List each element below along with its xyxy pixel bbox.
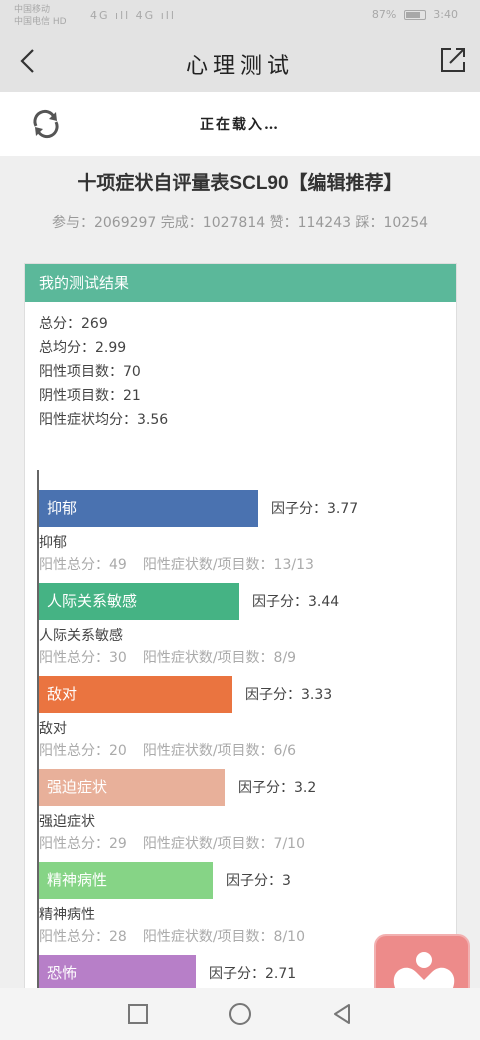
carrier-1: 中国移动 (14, 5, 51, 15)
factor-detail: 阳性总分：29 阳性症状数/项目数：7/10 (39, 833, 305, 853)
positive-ratio: 阳性症状数/项目数：6/6 (142, 743, 297, 759)
result-summary: 总分：269 总均分：2.99 阳性项目数：70 阴性项目数：21 阳性症状均分… (39, 312, 168, 432)
page-header-title: 心理测试 (185, 54, 294, 79)
positive-ratio: 阳性症状数/项目数：7/10 (142, 836, 305, 852)
factor-chart: 抑郁 因子分：3.77 抑郁 阳性总分：49 阳性症状数/项目数：13/13 人际关系敏感… (37, 470, 457, 988)
factor-row: 抑郁 因子分：3.77 抑郁 阳性总分：49 阳性症状数/项目数：13/13 (39, 490, 457, 584)
total-score: 总分：269 (39, 316, 108, 332)
carrier-2: 中国电信 HD (14, 17, 67, 27)
factor-row: 强迫症状 因子分：3.2 强迫症状 阳性总分：29 阳性症状数/项目数：7/10 (39, 769, 457, 863)
signal-indicator: 4G ıll 4G ıll (90, 9, 176, 22)
factor-score-label: 因子分：3.33 (245, 687, 333, 703)
positive-total: 阳性总分：28 (39, 929, 127, 945)
factor-detail: 阳性总分：28 阳性症状数/项目数：8/10 (39, 926, 305, 946)
factor-score-label: 因子分：3.44 (252, 594, 340, 610)
positive-ratio: 阳性症状数/项目数：8/9 (142, 650, 297, 666)
positive-average: 阳性症状均分：3.56 (39, 412, 169, 428)
negative-count: 阴性项目数：21 (39, 388, 141, 404)
factor-bar: 抑郁 (39, 490, 258, 527)
factor-score-label: 因子分：3 (226, 873, 291, 889)
factor-score-label: 因子分：3.77 (271, 501, 359, 517)
factor-score-label: 因子分：3.2 (238, 780, 317, 796)
test-stats: 参与：2069297 完成：1027814 赞：114243 踩：10254 (51, 215, 429, 231)
battery-percent: 87% (371, 8, 397, 21)
clock: 3:40 (433, 8, 458, 21)
loading-text: 正在载入… (200, 117, 280, 133)
factor-detail: 阳性总分：20 阳性症状数/项目数：6/6 (39, 740, 296, 760)
factor-row: 敌对 因子分：3.33 敌对 阳性总分：20 阳性症状数/项目数：6/6 (39, 676, 457, 770)
factor-row: 人际关系敏感 因子分：3.44 人际关系敏感 阳性总分：30 阳性症状数/项目数：8/9 (39, 583, 457, 677)
factor-score-label: 因子分：2.71 (209, 966, 297, 982)
circle-icon[interactable] (226, 1000, 254, 1028)
positive-total: 阳性总分：30 (39, 650, 127, 666)
share-icon[interactable] (438, 45, 468, 75)
system-nav-bar (0, 988, 480, 1040)
app-header: 心理测试 (0, 32, 480, 92)
result-card: 我的测试结果 总分：269 总均分：2.99 阳性项目数：70 阴性项目数：21… (24, 263, 457, 988)
factor-name: 强迫症状 (39, 814, 95, 830)
average-score: 总均分：2.99 (39, 340, 127, 356)
factor-detail: 阳性总分：30 阳性症状数/项目数：8/9 (39, 647, 296, 667)
factor-bar: 敌对 (39, 676, 232, 713)
positive-total: 阳性总分：29 (39, 836, 127, 852)
factor-bar: 精神病性 (39, 862, 213, 899)
factor-name: 精神病性 (39, 907, 95, 923)
positive-ratio: 阳性症状数/项目数：8/10 (142, 929, 305, 945)
square-icon[interactable] (124, 1000, 152, 1028)
factor-name: 敌对 (39, 721, 67, 737)
positive-ratio: 阳性症状数/项目数：13/13 (142, 557, 314, 573)
loading-bar: 正在载入… (0, 92, 480, 156)
factor-bar: 人际关系敏感 (39, 583, 239, 620)
test-title: 十项症状自评量表SCL90【编辑推荐】 (77, 173, 403, 194)
factor-detail: 阳性总分：49 阳性症状数/项目数：13/13 (39, 554, 314, 574)
positive-count: 阳性项目数：70 (39, 364, 141, 380)
status-right: 87% 3:40 (372, 8, 458, 21)
status-bar: 中国移动 中国电信 HD 4G ıll 4G ıll 87% 3:40 (0, 0, 480, 32)
factor-bar: 强迫症状 (39, 769, 225, 806)
carrier-labels: 中国移动 中国电信 HD (14, 4, 67, 28)
positive-total: 阳性总分：49 (39, 557, 127, 573)
factor-bar: 恐怖 (39, 955, 196, 988)
factor-name: 人际关系敏感 (39, 628, 123, 644)
main-content[interactable]: 十项症状自评量表SCL90【编辑推荐】 参与：2069297 完成：102781… (0, 156, 480, 988)
battery-icon (403, 10, 426, 20)
triangle-icon[interactable] (328, 1000, 356, 1028)
factor-name: 抑郁 (39, 535, 67, 551)
result-card-heading: 我的测试结果 (25, 264, 456, 302)
positive-total: 阳性总分：20 (39, 743, 127, 759)
